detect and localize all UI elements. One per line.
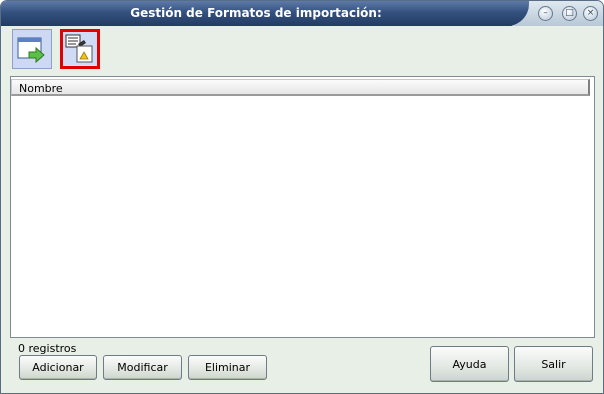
window-title: Gestión de Formatos de importación: bbox=[130, 6, 382, 20]
exit-button[interactable]: Salir bbox=[514, 346, 593, 382]
maximize-button[interactable]: □ bbox=[562, 6, 577, 21]
edit-format-button[interactable] bbox=[60, 29, 100, 69]
minimize-button[interactable]: – bbox=[538, 6, 553, 21]
formats-list[interactable]: Nombre bbox=[10, 76, 595, 338]
toolbar bbox=[9, 27, 595, 73]
column-header-label: Nombre bbox=[19, 82, 63, 95]
window-arrow-icon bbox=[17, 37, 45, 64]
import-formats-window: Gestión de Formatos de importación: – □ … bbox=[0, 0, 604, 394]
close-button[interactable]: × bbox=[583, 6, 598, 21]
title-bar: Gestión de Formatos de importación: – □ … bbox=[1, 1, 603, 26]
delete-button[interactable]: Eliminar bbox=[188, 355, 267, 380]
help-button[interactable]: Ayuda bbox=[430, 346, 509, 382]
column-header-nombre[interactable]: Nombre bbox=[11, 79, 590, 96]
modify-button[interactable]: Modificar bbox=[103, 355, 182, 380]
record-count: 0 registros bbox=[18, 342, 77, 355]
open-window-button[interactable] bbox=[12, 29, 52, 69]
add-button[interactable]: Adicionar bbox=[19, 355, 97, 380]
document-edit-icon bbox=[65, 34, 93, 63]
